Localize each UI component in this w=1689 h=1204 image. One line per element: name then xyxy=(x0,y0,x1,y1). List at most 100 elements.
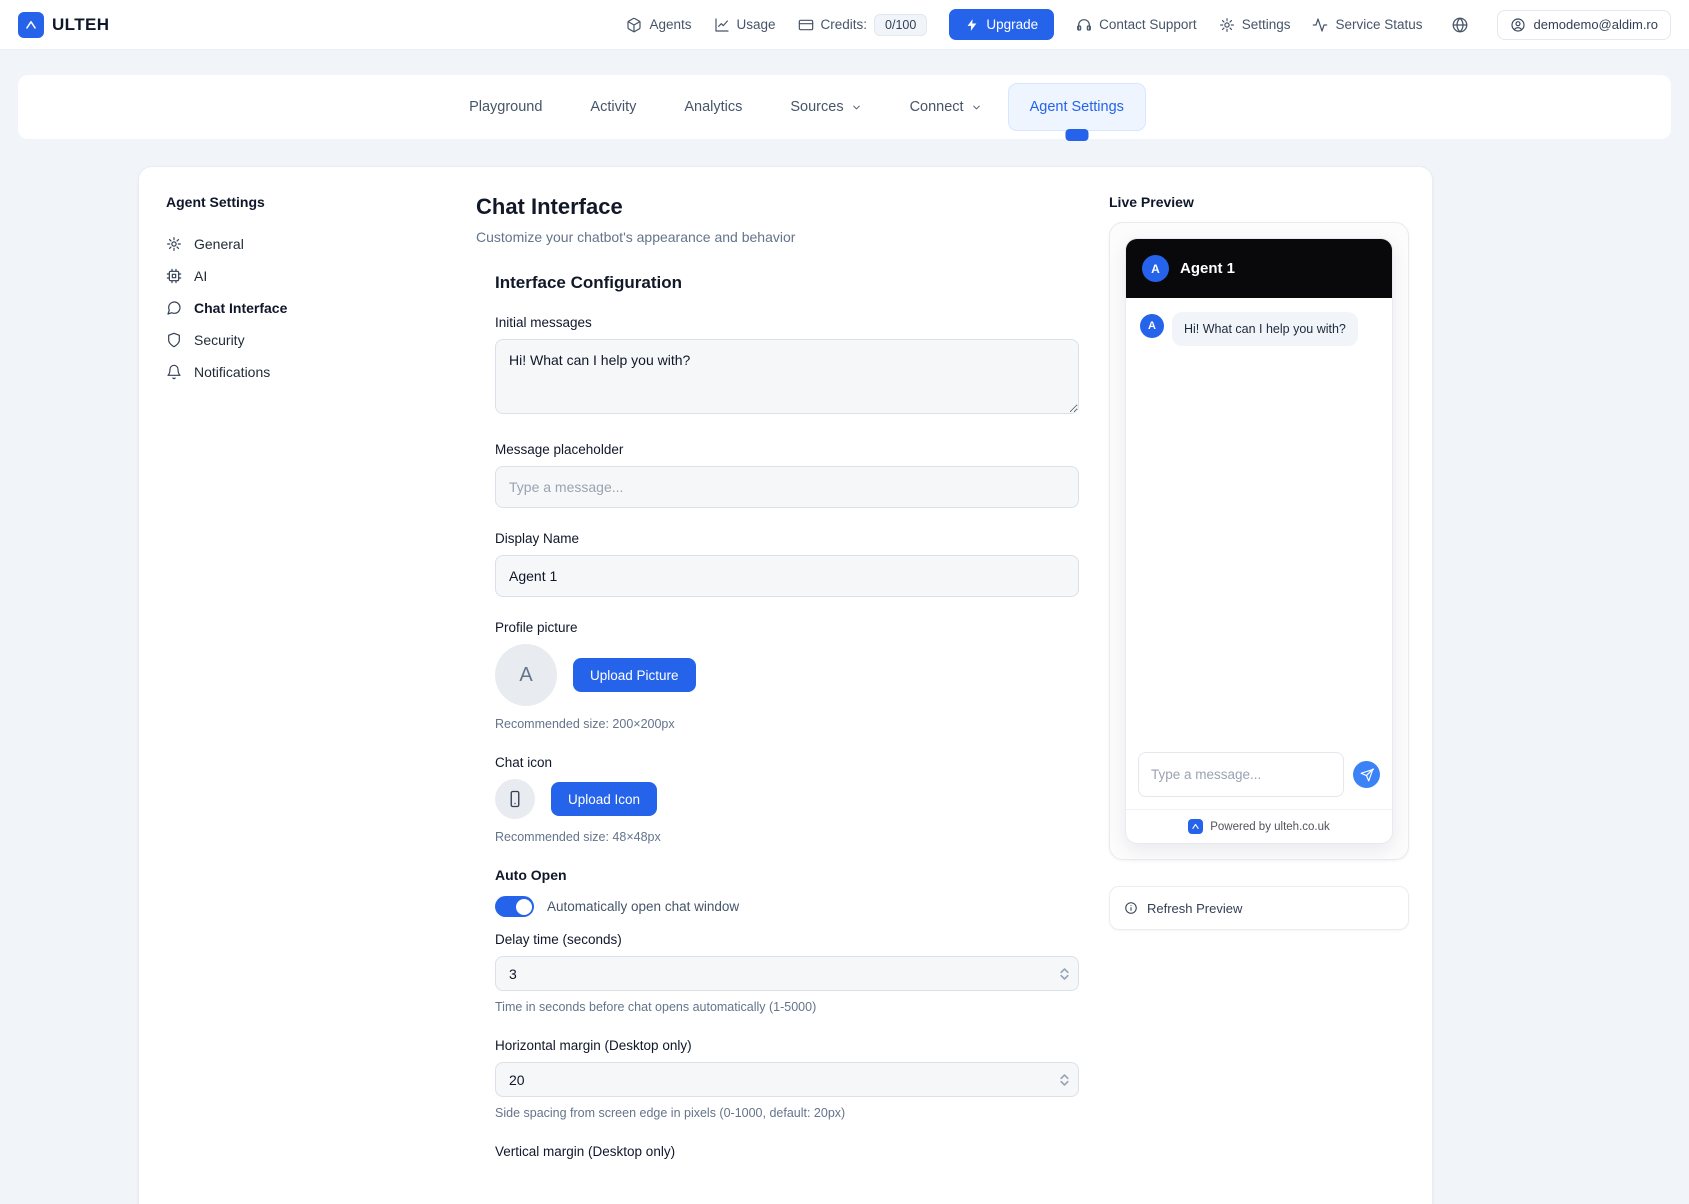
profile-avatar-letter: A xyxy=(519,664,532,687)
brand-logo[interactable]: ULTEH xyxy=(18,12,109,38)
nav-settings[interactable]: Settings xyxy=(1219,17,1291,33)
auto-open-toggle[interactable] xyxy=(495,896,534,917)
horizontal-margin-input-wrap xyxy=(495,1062,1079,1097)
sidebar-item-label: General xyxy=(194,236,244,252)
sidebar-item-label: AI xyxy=(194,268,207,284)
display-name-input[interactable] xyxy=(495,555,1079,597)
horizontal-margin-label: Horizontal margin (Desktop only) xyxy=(495,1037,1079,1054)
stepper-icon[interactable] xyxy=(1059,1072,1070,1088)
tab-analytics-label: Analytics xyxy=(684,99,742,115)
tab-playground[interactable]: Playground xyxy=(447,83,564,131)
toggle-knob xyxy=(516,899,532,915)
smartphone-icon xyxy=(506,790,524,808)
upload-icon-button[interactable]: Upload Icon xyxy=(551,782,657,816)
delay-time-field: Delay time (seconds) Time in seconds bef… xyxy=(495,931,1079,1015)
chat-agent-name: Agent 1 xyxy=(1180,260,1235,277)
agent-tab-bar: Playground Activity Analytics Sources Co… xyxy=(18,75,1671,139)
chat-interface-panel: Chat Interface Customize your chatbot's … xyxy=(476,194,1079,1204)
tab-analytics[interactable]: Analytics xyxy=(662,83,764,131)
profile-picture-label: Profile picture xyxy=(495,619,1079,636)
tab-activity[interactable]: Activity xyxy=(568,83,658,131)
sidebar-item-general[interactable]: General xyxy=(166,228,476,260)
logo-icon xyxy=(18,12,44,38)
user-email: demodemo@aldim.ro xyxy=(1534,17,1658,32)
sidebar-item-chat-interface[interactable]: Chat Interface xyxy=(166,292,476,324)
message-placeholder-input[interactable] xyxy=(495,466,1079,508)
chat-icon-field: Chat icon Upload Icon Recommended size: … xyxy=(495,754,1079,845)
nav-credits-label: Credits: xyxy=(821,17,868,32)
sidebar-item-security[interactable]: Security xyxy=(166,324,476,356)
tab-activity-label: Activity xyxy=(590,99,636,115)
nav-service-status[interactable]: Service Status xyxy=(1312,17,1422,33)
auto-open-description: Automatically open chat window xyxy=(547,899,739,914)
send-button[interactable] xyxy=(1353,761,1380,788)
sidebar-item-label: Notifications xyxy=(194,364,270,380)
chat-header-avatar-letter: A xyxy=(1151,262,1160,276)
message-placeholder-label: Message placeholder xyxy=(495,441,1079,458)
nav-contact-support[interactable]: Contact Support xyxy=(1076,17,1197,33)
message-placeholder-field: Message placeholder xyxy=(495,441,1079,508)
bot-message-row: A Hi! What can I help you with? xyxy=(1140,312,1378,346)
chart-icon xyxy=(714,17,730,33)
page-title: Chat Interface xyxy=(476,194,1079,220)
initial-messages-textarea[interactable]: Hi! What can I help you with? xyxy=(495,339,1079,414)
active-tab-indicator xyxy=(1065,129,1088,141)
auto-open-field: Auto Open Automatically open chat window xyxy=(495,867,1079,917)
powered-by-link[interactable]: Powered by ulteh.co.uk xyxy=(1126,809,1392,843)
sidebar-title: Agent Settings xyxy=(166,194,476,210)
interface-configuration-section: Interface Configuration Initial messages… xyxy=(495,272,1079,1160)
tab-connect-label: Connect xyxy=(910,99,964,115)
upgrade-button[interactable]: Upgrade xyxy=(949,9,1054,40)
bot-message-bubble: Hi! What can I help you with? xyxy=(1172,312,1358,346)
info-icon xyxy=(1124,901,1138,915)
pulse-icon xyxy=(1312,17,1328,33)
shield-icon xyxy=(166,332,182,348)
nav-agents[interactable]: Agents xyxy=(626,17,691,33)
upgrade-label: Upgrade xyxy=(986,17,1038,32)
nav-contact-support-label: Contact Support xyxy=(1099,17,1197,32)
headphones-icon xyxy=(1076,17,1092,33)
sidebar-item-ai[interactable]: AI xyxy=(166,260,476,292)
send-icon xyxy=(1360,768,1374,782)
gear-icon xyxy=(166,236,182,252)
nav-usage[interactable]: Usage xyxy=(714,17,776,33)
horizontal-margin-input[interactable] xyxy=(495,1062,1079,1097)
cube-icon xyxy=(626,17,642,33)
language-globe-button[interactable] xyxy=(1445,10,1475,40)
stepper-icon[interactable] xyxy=(1059,966,1070,982)
tab-connect[interactable]: Connect xyxy=(888,83,1004,131)
bolt-icon xyxy=(965,18,979,32)
tab-sources[interactable]: Sources xyxy=(768,83,883,131)
initial-messages-field: Initial messages Hi! What can I help you… xyxy=(495,314,1079,419)
nav-agents-label: Agents xyxy=(649,17,691,32)
sidebar-item-label: Chat Interface xyxy=(194,300,287,316)
live-preview-panel: Live Preview A Agent 1 A H xyxy=(1109,194,1409,1204)
display-name-field: Display Name xyxy=(495,530,1079,597)
globe-icon xyxy=(1451,16,1469,34)
powered-by-label: Powered by ulteh.co.uk xyxy=(1210,821,1330,833)
upload-picture-button[interactable]: Upload Picture xyxy=(573,658,696,692)
preview-card: A Agent 1 A Hi! What can I help you with… xyxy=(1109,222,1409,860)
delay-time-input[interactable] xyxy=(495,956,1079,991)
vertical-margin-label: Vertical margin (Desktop only) xyxy=(495,1143,1079,1160)
nav-credits[interactable]: Credits: 0/100 xyxy=(798,14,928,36)
delay-time-hint: Time in seconds before chat opens automa… xyxy=(495,999,1079,1015)
tab-agent-settings-label: Agent Settings xyxy=(1030,99,1124,115)
nav-settings-label: Settings xyxy=(1242,17,1291,32)
sidebar-item-notifications[interactable]: Notifications xyxy=(166,356,476,388)
chat-icon-size-hint: Recommended size: 48×48px xyxy=(495,829,1079,845)
tab-agent-settings[interactable]: Agent Settings xyxy=(1008,83,1146,131)
powered-logo-icon xyxy=(1188,819,1203,834)
cpu-icon xyxy=(166,268,182,284)
preview-message-input[interactable] xyxy=(1138,752,1344,797)
chat-widget-header: A Agent 1 xyxy=(1126,239,1392,298)
chevron-down-icon xyxy=(851,102,862,113)
delay-time-label: Delay time (seconds) xyxy=(495,931,1079,948)
refresh-preview-button[interactable]: Refresh Preview xyxy=(1109,886,1409,930)
display-name-label: Display Name xyxy=(495,530,1079,547)
chat-bubble-icon xyxy=(166,300,182,316)
refresh-preview-label: Refresh Preview xyxy=(1147,901,1242,916)
section-title: Interface Configuration xyxy=(495,272,1079,294)
delay-time-input-wrap xyxy=(495,956,1079,991)
user-account-chip[interactable]: demodemo@aldim.ro xyxy=(1497,10,1671,40)
